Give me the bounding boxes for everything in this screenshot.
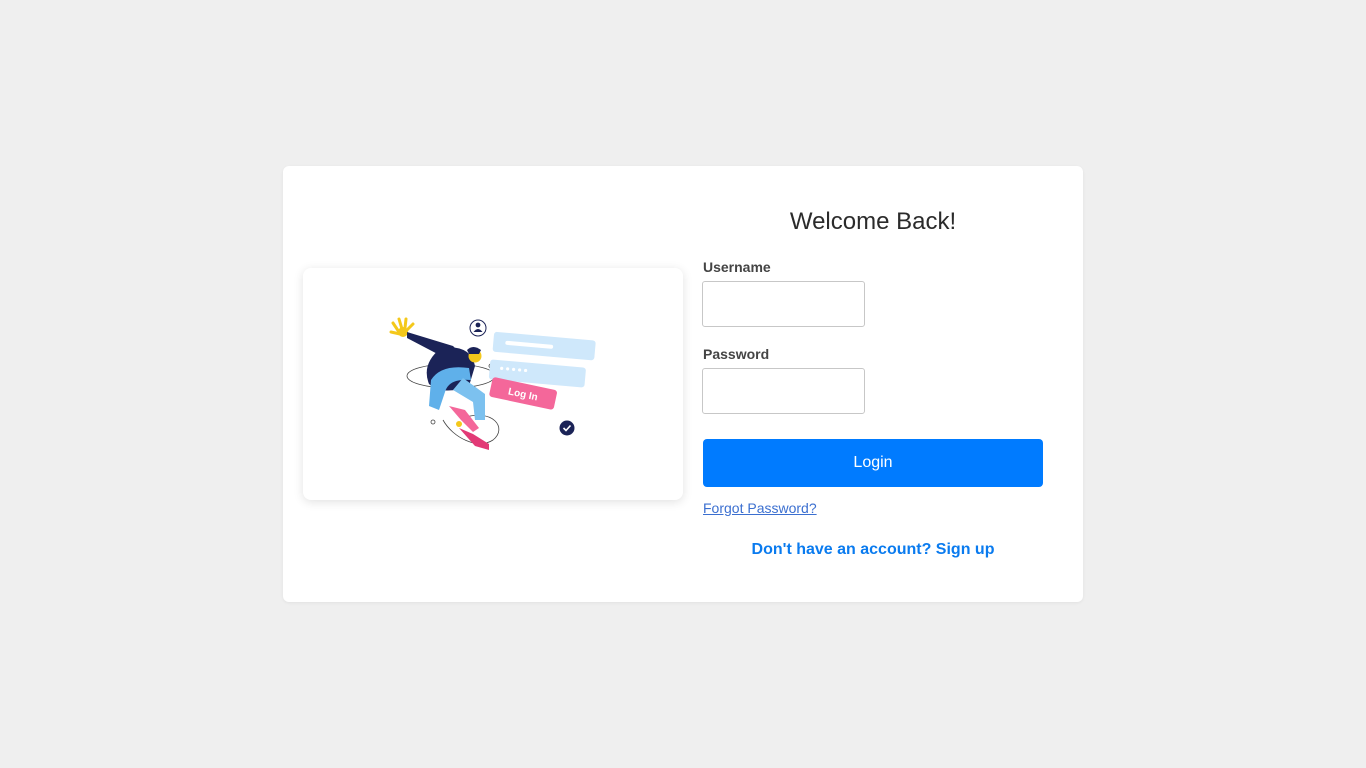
- login-card: Log In Welcome Back! Username Password L…: [283, 166, 1083, 602]
- page-title: Welcome Back!: [789, 208, 957, 235]
- orbit-dot: [430, 419, 436, 425]
- check-icon: [559, 420, 575, 436]
- illustration-panel: Log In: [303, 268, 683, 500]
- password-label: Password: [703, 346, 770, 362]
- login-button[interactable]: Login: [703, 439, 1043, 487]
- login-illustration: Log In: [389, 317, 596, 450]
- signup-link[interactable]: Don't have an account? Sign up: [703, 541, 1043, 559]
- user-icon: [469, 319, 487, 337]
- username-label: Username: [703, 259, 771, 275]
- forgot-password-link[interactable]: Forgot Password?: [703, 500, 817, 516]
- character-illustration: [407, 332, 489, 450]
- password-input[interactable]: [702, 368, 865, 414]
- username-input[interactable]: [702, 281, 865, 327]
- login-form: Welcome Back! Username Password Login Fo…: [702, 166, 1043, 602]
